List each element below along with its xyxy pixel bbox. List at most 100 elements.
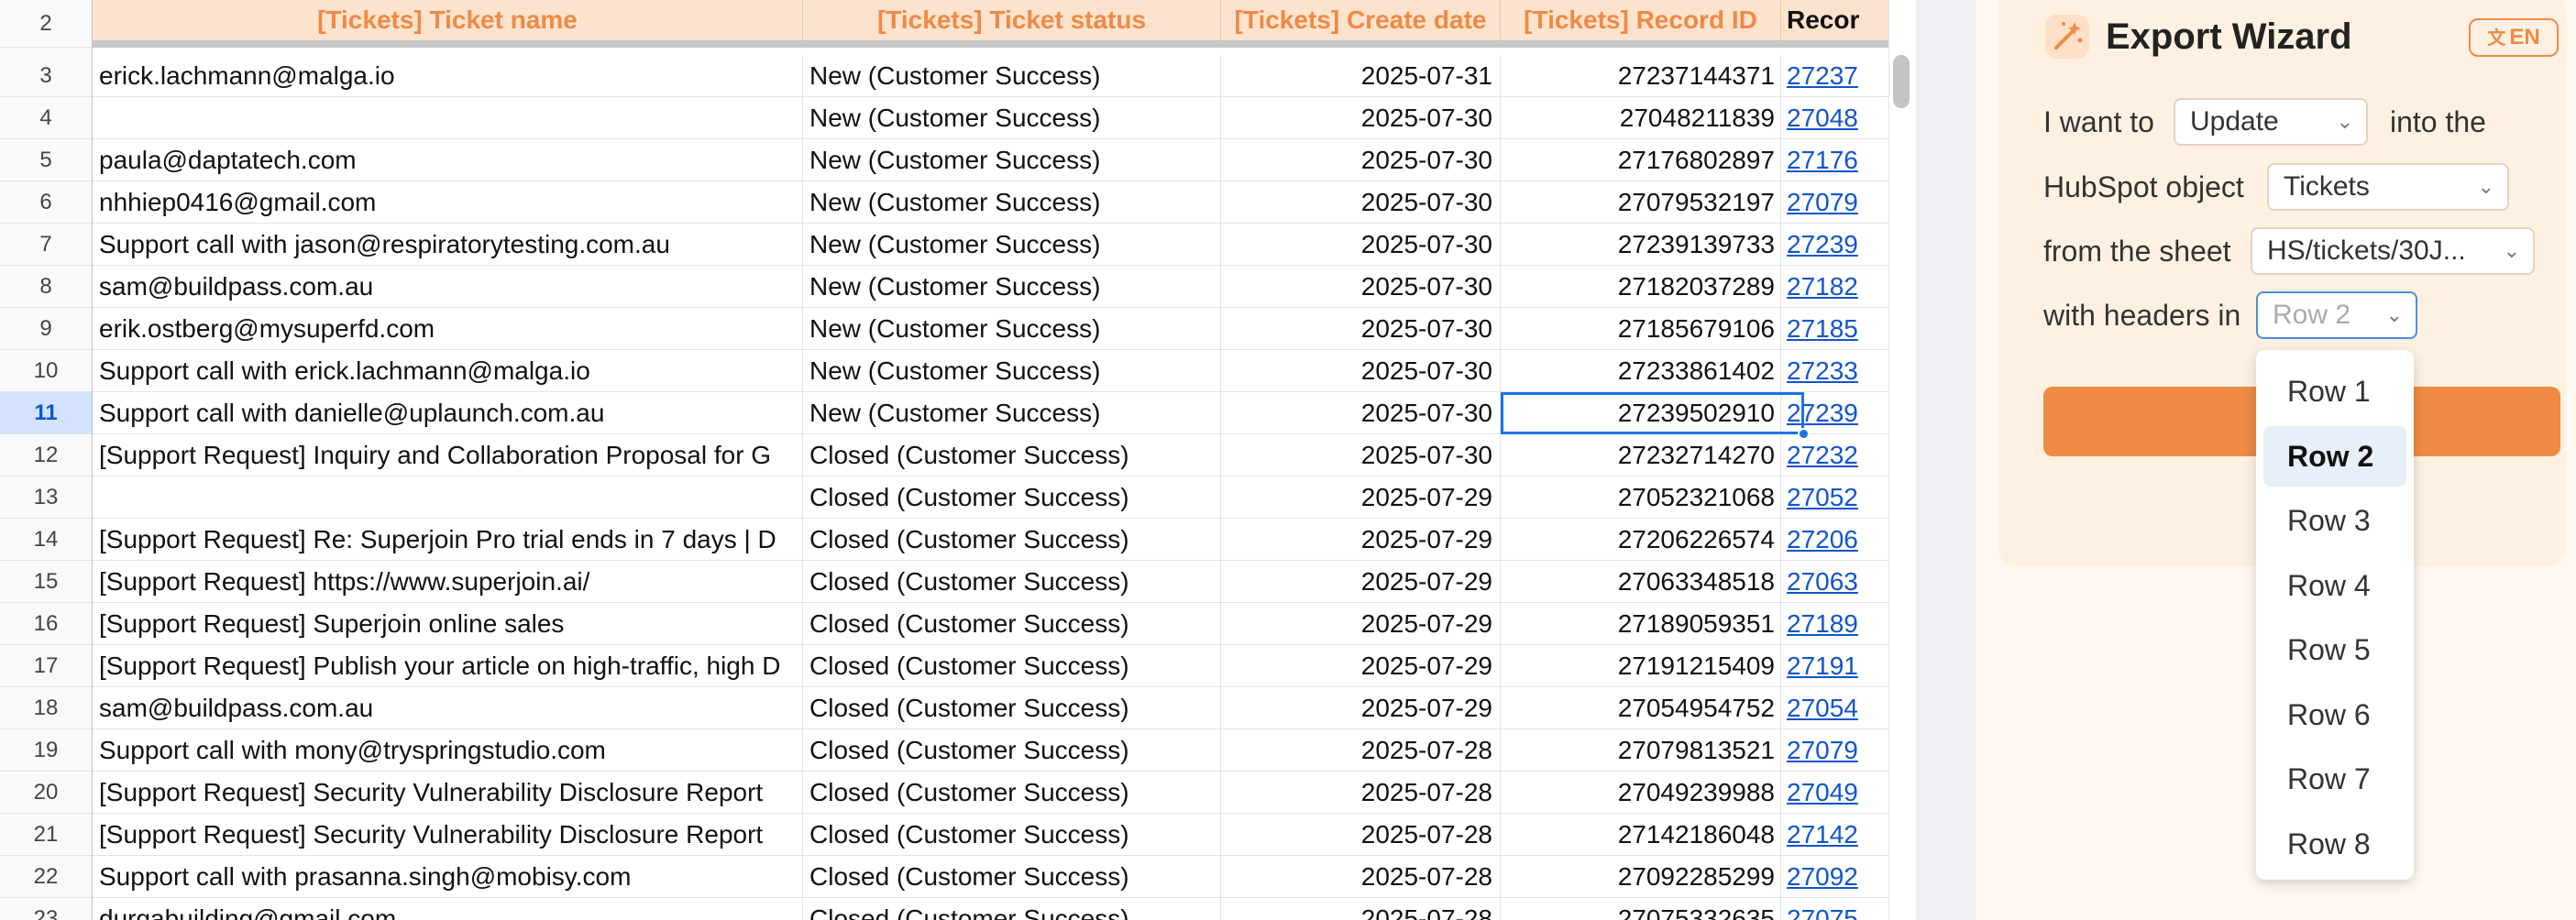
cell-record-link[interactable]: 27063	[1781, 561, 1891, 603]
cell-ticket-status[interactable]: Closed (Customer Success)	[803, 729, 1221, 772]
cell-record-id[interactable]: 27052321068	[1501, 476, 1781, 519]
cell-record-link[interactable]: 27054	[1781, 687, 1891, 729]
cell-record-id[interactable]: 27054954752	[1501, 687, 1781, 729]
cell-ticket-name[interactable]: sam@buildpass.com.au	[93, 266, 803, 308]
cell-ticket-status[interactable]: New (Customer Success)	[803, 350, 1221, 392]
cell-create-date[interactable]: 2025-07-30	[1221, 392, 1501, 434]
cell-ticket-status[interactable]: Closed (Customer Success)	[803, 772, 1221, 814]
cell-record-id[interactable]: 27063348518	[1501, 561, 1781, 603]
row-header[interactable]: 9	[0, 308, 92, 350]
row-header[interactable]: 14	[0, 519, 92, 561]
cell-record-link[interactable]: 27176	[1781, 139, 1891, 181]
cell-create-date[interactable]: 2025-07-30	[1221, 224, 1501, 266]
sheet-dropdown[interactable]: HS/tickets/30J... ⌄	[2251, 227, 2535, 275]
row-header[interactable]: 4	[0, 97, 92, 139]
cell-record-link[interactable]: 27206	[1781, 519, 1891, 561]
row-header[interactable]: 15	[0, 561, 92, 603]
cell-create-date[interactable]: 2025-07-30	[1221, 308, 1501, 350]
cell-record-id[interactable]: 27206226574	[1501, 519, 1781, 561]
cell-create-date[interactable]: 2025-07-28	[1221, 898, 1501, 920]
cell-create-date[interactable]: 2025-07-28	[1221, 856, 1501, 898]
menu-option-row-1[interactable]: Row 1	[2263, 361, 2406, 422]
cell-record-id[interactable]: 27079813521	[1501, 729, 1781, 772]
menu-option-row-2[interactable]: Row 2	[2263, 425, 2406, 487]
cell-create-date[interactable]: 2025-07-29	[1221, 645, 1501, 687]
cell-create-date[interactable]: 2025-07-29	[1221, 561, 1501, 603]
cell-record-id[interactable]: 27176802897	[1501, 139, 1781, 181]
row-header[interactable]: 11	[0, 392, 92, 434]
row-header[interactable]: 7	[0, 224, 92, 266]
cell-record-link[interactable]: 27182	[1781, 266, 1891, 308]
cell-record-link[interactable]: 27142	[1781, 814, 1891, 856]
row-header[interactable]: 19	[0, 729, 92, 772]
cell-ticket-status[interactable]: Closed (Customer Success)	[803, 561, 1221, 603]
cell-ticket-name[interactable]: Support call with mony@tryspringstudio.c…	[93, 729, 803, 772]
cell-create-date[interactable]: 2025-07-31	[1221, 55, 1501, 97]
cell-ticket-status[interactable]: New (Customer Success)	[803, 224, 1221, 266]
cell-ticket-status[interactable]: New (Customer Success)	[803, 308, 1221, 350]
cell-create-date[interactable]: 2025-07-30	[1221, 181, 1501, 224]
cell-create-date[interactable]: 2025-07-29	[1221, 519, 1501, 561]
cell-ticket-name[interactable]	[93, 97, 803, 139]
cell-record-link[interactable]: 27075	[1781, 898, 1891, 920]
cell-record-link[interactable]: 27239	[1781, 224, 1891, 266]
cell-create-date[interactable]: 2025-07-30	[1221, 434, 1501, 476]
cell-record-id[interactable]: 27049239988	[1501, 772, 1781, 814]
cell-ticket-name[interactable]: Support call with prasanna.singh@mobisy.…	[93, 856, 803, 898]
menu-option-row-7[interactable]: Row 7	[2263, 749, 2406, 809]
row-header[interactable]: 8	[0, 266, 92, 308]
row-header[interactable]: 20	[0, 772, 92, 814]
cell-create-date[interactable]: 2025-07-28	[1221, 814, 1501, 856]
row-header[interactable]: 17	[0, 645, 92, 687]
row-header[interactable]: 3	[0, 55, 92, 97]
cell-record-link[interactable]: 27191	[1781, 645, 1891, 687]
row-header[interactable]: 12	[0, 434, 92, 476]
row-header[interactable]: 6	[0, 181, 92, 224]
menu-option-row-3[interactable]: Row 3	[2263, 490, 2406, 551]
menu-option-row-5[interactable]: Row 5	[2263, 619, 2406, 680]
cell-create-date[interactable]: 2025-07-30	[1221, 97, 1501, 139]
cell-ticket-name[interactable]: paula@daptatech.com	[93, 139, 803, 181]
cell-record-link[interactable]: 27048	[1781, 97, 1891, 139]
scrollbar-thumb[interactable]	[1893, 55, 1910, 108]
language-button[interactable]: 文 EN	[2469, 18, 2559, 57]
col-header-ticket-name[interactable]: [Tickets] Ticket name	[93, 0, 803, 40]
cell-record-link[interactable]: 27189	[1781, 603, 1891, 645]
cell-record-id[interactable]: 27182037289	[1501, 266, 1781, 308]
row-header[interactable]: 13	[0, 476, 92, 519]
col-header-create-date[interactable]: [Tickets] Create date	[1221, 0, 1501, 40]
cell-ticket-name[interactable]: [Support Request] Inquiry and Collaborat…	[93, 434, 803, 476]
cell-record-id[interactable]: 27092285299	[1501, 856, 1781, 898]
object-dropdown[interactable]: Tickets ⌄	[2267, 163, 2509, 211]
row-header[interactable]: 21	[0, 814, 92, 856]
cell-create-date[interactable]: 2025-07-29	[1221, 603, 1501, 645]
cell-ticket-status[interactable]: Closed (Customer Success)	[803, 434, 1221, 476]
row-header[interactable]: 18	[0, 687, 92, 729]
col-header-record-id[interactable]: [Tickets] Record ID	[1501, 0, 1781, 40]
cell-ticket-name[interactable]: [Support Request] Security Vulnerability…	[93, 814, 803, 856]
action-dropdown[interactable]: Update ⌄	[2174, 98, 2368, 146]
col-header-ticket-status[interactable]: [Tickets] Ticket status	[803, 0, 1221, 40]
cell-ticket-name[interactable]: [Support Request] Publish your article o…	[93, 645, 803, 687]
cell-ticket-name[interactable]: durgabuilding@gmail.com	[93, 898, 803, 920]
menu-option-row-6[interactable]: Row 6	[2263, 685, 2406, 745]
cell-ticket-status[interactable]: Closed (Customer Success)	[803, 898, 1221, 920]
fill-handle[interactable]	[1798, 428, 1810, 440]
header-row-dropdown[interactable]: Row 2 ⌄	[2256, 291, 2417, 339]
cell-record-id[interactable]: 27079532197	[1501, 181, 1781, 224]
cell-record-id[interactable]: 27185679106	[1501, 308, 1781, 350]
cell-ticket-status[interactable]: New (Customer Success)	[803, 181, 1221, 224]
cell-create-date[interactable]: 2025-07-30	[1221, 139, 1501, 181]
cell-record-id[interactable]: 27142186048	[1501, 814, 1781, 856]
cell-ticket-name[interactable]: [Support Request] Superjoin online sales	[93, 603, 803, 645]
cell-ticket-status[interactable]: New (Customer Success)	[803, 392, 1221, 434]
row-header[interactable]: 2	[0, 0, 92, 48]
cell-record-id[interactable]: 27048211839	[1501, 97, 1781, 139]
cell-record-link[interactable]: 27185	[1781, 308, 1891, 350]
menu-option-row-4[interactable]: Row 4	[2263, 555, 2406, 616]
vertical-scrollbar[interactable]	[1888, 0, 1916, 920]
cell-ticket-name[interactable]: erik.ostberg@mysuperfd.com	[93, 308, 803, 350]
cell-ticket-status[interactable]: Closed (Customer Success)	[803, 519, 1221, 561]
cell-record-id[interactable]: 27239139733	[1501, 224, 1781, 266]
cell-ticket-name[interactable]: Support call with jason@respiratorytesti…	[93, 224, 803, 266]
